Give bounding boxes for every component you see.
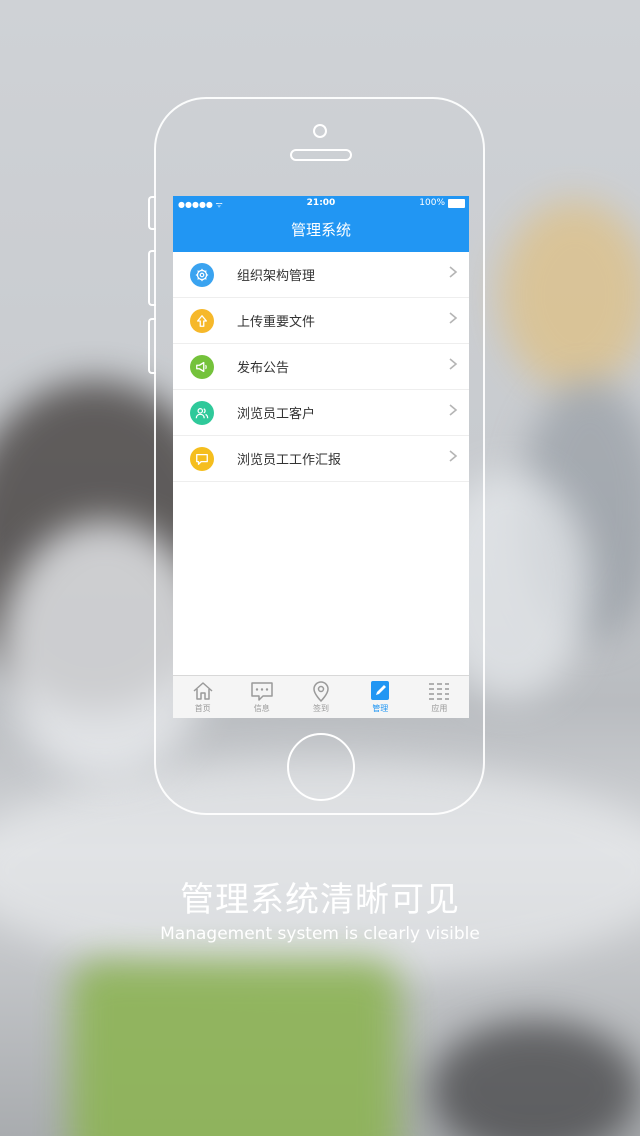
menu-item-org-structure[interactable]: 组织架构管理 [173,252,469,298]
status-bar: ●●●●● ᯤ 21:00 100% [173,196,469,212]
phone-speaker [290,149,352,161]
menu-item-upload-files[interactable]: 上传重要文件 [173,298,469,344]
chat-bubble-icon [190,446,214,471]
menu-item-label: 发布公告 [237,361,290,376]
menu-item-label: 浏览员工工作汇报 [237,453,342,468]
menu-item-publish-notice[interactable]: 发布公告 [173,344,469,390]
phone-volume-down [148,318,156,374]
location-pin-icon [313,681,329,702]
menu-item-browse-clients[interactable]: 浏览员工客户 [173,390,469,436]
megaphone-icon [190,354,214,379]
battery-icon [448,198,465,208]
app-screen: ●●●●● ᯤ 21:00 100% 管理系统 组织架构管理 上传重要文件 发布… [173,196,469,718]
chevron-right-icon [449,266,458,278]
edit-icon [371,681,390,700]
battery-indicator: 100% [419,198,465,208]
tab-messages[interactable]: 信息 [232,676,291,718]
promo-subtitle: Management system is clearly visible [160,924,480,944]
promo-title: 管理系统清晰可见 [180,880,460,920]
tab-apps[interactable]: 应用 [410,676,469,718]
phone-home-button [287,733,355,801]
apps-icon [429,683,450,700]
nav-bar: 管理系统 [173,212,469,252]
phone-volume-up [148,250,156,306]
tab-label: 应用 [431,704,448,713]
tab-checkin[interactable]: 签到 [291,676,350,718]
chevron-right-icon [449,358,458,370]
chevron-right-icon [449,450,458,462]
gear-icon [190,262,214,287]
tab-label: 签到 [313,704,329,713]
users-icon [190,400,214,425]
phone-camera [313,124,327,138]
chevron-right-icon [449,312,458,324]
phone-mute-switch [148,196,156,230]
message-icon [251,682,273,701]
menu-item-label: 浏览员工客户 [237,407,316,422]
tab-home[interactable]: 首页 [173,676,232,718]
menu-item-label: 组织架构管理 [237,269,316,284]
home-icon [193,682,213,700]
upload-arrow-icon [190,308,214,333]
chevron-right-icon [449,404,458,416]
tab-label: 管理 [372,704,389,713]
tab-label: 首页 [194,704,211,713]
tab-label: 信息 [253,704,270,713]
menu-list: 组织架构管理 上传重要文件 发布公告 浏览员工客户 浏览员工工作汇报 [173,252,469,482]
menu-item-label: 上传重要文件 [237,315,316,330]
tab-manage[interactable]: 管理 [351,676,410,718]
tab-bar: 首页 信息 签到 管理 应用 [173,675,469,718]
page-title: 管理系统 [290,221,351,239]
battery-percent: 100% [419,198,445,208]
menu-item-work-reports[interactable]: 浏览员工工作汇报 [173,436,469,482]
